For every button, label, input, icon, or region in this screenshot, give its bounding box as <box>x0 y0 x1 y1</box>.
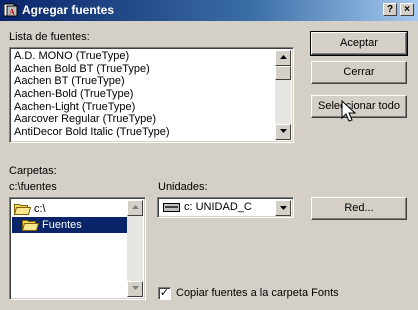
hard-drive-icon <box>163 203 180 212</box>
mouse-cursor-icon <box>341 100 357 122</box>
folders-label: Carpetas: <box>9 165 57 177</box>
help-button[interactable]: ? <box>383 3 397 16</box>
open-folder-icon <box>14 204 31 215</box>
copy-fonts-checkbox[interactable]: ✓ <box>158 287 171 300</box>
svg-text:A: A <box>9 8 15 17</box>
drives-label: Unidades: <box>158 181 208 193</box>
folder-root-label: c:\ <box>34 203 46 215</box>
folder-fuentes-label: Fuentes <box>42 219 82 231</box>
fonts-list-label: Lista de fuentes: <box>9 31 90 43</box>
fonts-list-scrollbar[interactable] <box>275 50 291 140</box>
arrow-down-icon <box>279 129 287 133</box>
folder-fuentes[interactable]: Fuentes <box>12 217 127 233</box>
arrow-up-icon <box>279 55 287 59</box>
list-item[interactable]: Aachen-Bold (TrueType) <box>13 88 273 101</box>
scroll-down-button[interactable] <box>275 124 291 140</box>
arrow-down-icon <box>131 286 139 290</box>
list-item[interactable]: Aachen Bold BT (TrueType) <box>13 63 273 76</box>
network-button[interactable]: Red... <box>311 197 407 220</box>
close-window-button[interactable]: × <box>400 3 414 16</box>
scroll-thumb[interactable] <box>275 66 291 80</box>
chevron-down-icon <box>279 206 287 210</box>
select-all-button[interactable]: Seleccionar todo <box>311 95 407 118</box>
list-item[interactable]: Aarcover Regular (TrueType) <box>13 113 273 126</box>
scroll-up-button[interactable] <box>275 50 291 66</box>
title-bar[interactable]: A Agregar fuentes ? × <box>0 0 418 21</box>
scroll-up-button[interactable] <box>127 200 143 216</box>
drive-select[interactable]: c: UNIDAD_C <box>157 197 294 218</box>
folder-tree[interactable]: c:\ Fuentes <box>9 197 146 300</box>
list-item[interactable]: Aachen-Light (TrueType) <box>13 101 273 114</box>
close-button[interactable]: Cerrar <box>311 61 407 84</box>
fonts-app-icon: A <box>4 3 18 17</box>
folder-root[interactable]: c:\ <box>14 201 124 217</box>
arrow-up-icon <box>131 205 139 209</box>
fonts-listbox[interactable]: A.D. MONO (TrueType) Aachen Bold BT (Tru… <box>9 47 294 143</box>
current-folder-path: c:\fuentes <box>9 181 57 193</box>
folder-tree-scrollbar[interactable] <box>127 200 143 297</box>
selected-drive: c: UNIDAD_C <box>184 201 252 213</box>
accept-button[interactable]: Aceptar <box>310 31 408 56</box>
drive-dropdown-button[interactable] <box>275 200 291 216</box>
list-item[interactable]: A.D. MONO (TrueType) <box>13 50 273 63</box>
list-item[interactable]: Aachen BT (TrueType) <box>13 75 273 88</box>
add-fonts-dialog: A Agregar fuentes ? × Lista de fuentes: … <box>0 0 418 310</box>
list-item[interactable]: AntiDecor Bold Italic (TrueType) <box>13 126 273 139</box>
copy-fonts-label[interactable]: Copiar fuentes a la carpeta Fonts <box>176 287 339 299</box>
window-title: Agregar fuentes <box>22 3 115 17</box>
scroll-down-button[interactable] <box>127 281 143 297</box>
open-folder-icon <box>22 220 39 231</box>
